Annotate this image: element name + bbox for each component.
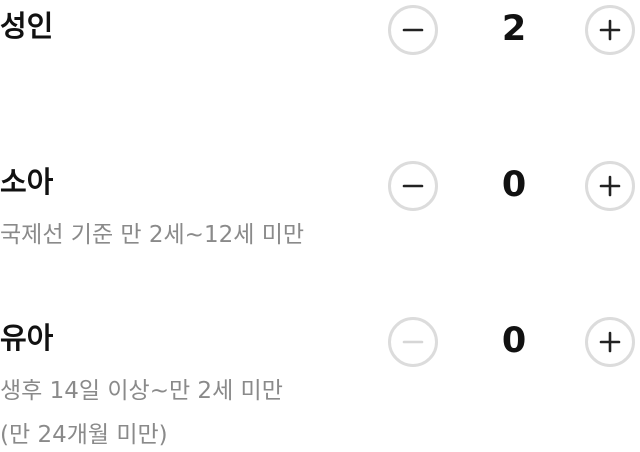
adult-label: 성인 [0,9,54,43]
adult-decrement-button[interactable] [388,5,438,55]
child-decrement-button[interactable] [388,161,438,211]
infant-label: 유아 [0,321,54,355]
child-increment-button[interactable] [585,161,635,211]
infant-age-description: 생후 14일 이상~만 2세 미만 [0,378,283,404]
infant-increment-button[interactable] [585,317,635,367]
adult-count: 2 [501,9,527,49]
infant-age-description-months: (만 24개월 미만) [0,422,168,448]
child-age-description: 국제선 기준 만 2세~12세 미만 [0,222,305,248]
child-count: 0 [501,165,527,205]
minus-icon [402,28,424,32]
minus-icon [402,340,424,344]
minus-icon [402,184,424,188]
plus-icon [599,175,621,197]
plus-icon [599,331,621,353]
infant-count: 0 [501,321,527,361]
plus-icon [599,19,621,41]
adult-increment-button[interactable] [585,5,635,55]
infant-decrement-button[interactable] [388,317,438,367]
child-label: 소아 [0,165,54,199]
